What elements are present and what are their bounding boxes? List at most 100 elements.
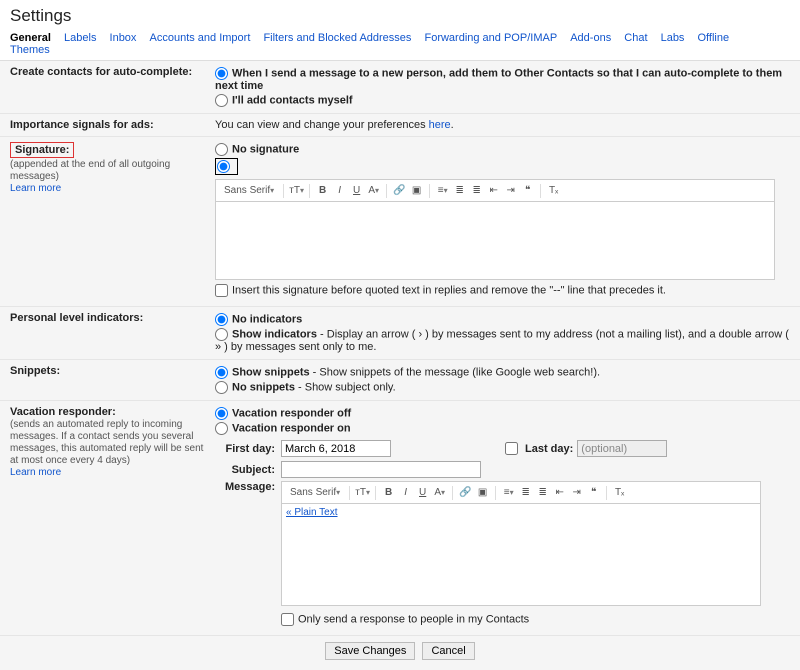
snippets-opt2rest: - Show subject only. [295, 381, 396, 393]
vacation-radio-off[interactable] [215, 407, 228, 420]
tb-quote[interactable]: ❝ [520, 183, 535, 198]
signature-toolbar: Sans Serif ᴛT B I U A 🔗 ▣ ≡ ≣ ≣ ⇤ ⇥ ❝ Tₓ [215, 179, 775, 202]
row-importance: Importance signals for ads: You can view… [0, 113, 800, 136]
autocomplete-radio-auto[interactable] [215, 67, 228, 80]
cancel-button[interactable]: Cancel [422, 642, 474, 660]
tb-indent-more[interactable]: ⇥ [503, 183, 518, 198]
vtb-bullist[interactable]: ≣ [535, 485, 550, 500]
tab-chat[interactable]: Chat [624, 32, 647, 44]
contacts-only-label: Only send a response to people in my Con… [298, 613, 529, 625]
importance-text-pre: You can view and change your preferences [215, 119, 429, 131]
vtb-link[interactable]: 🔗 [458, 485, 473, 500]
pli-opt2b: Show indicators [232, 328, 317, 340]
vtb-font[interactable]: Sans Serif [286, 485, 344, 500]
importance-label: Importance signals for ads: [10, 119, 154, 131]
tb-size[interactable]: ᴛT [289, 183, 304, 198]
vtb-clear[interactable]: Tₓ [612, 485, 627, 500]
vtb-underline[interactable]: U [415, 485, 430, 500]
snippets-opt2b: No snippets [232, 381, 295, 393]
signature-learn-more[interactable]: Learn more [10, 183, 61, 194]
vacation-editor[interactable] [281, 520, 761, 606]
tb-bullist[interactable]: ≣ [469, 183, 484, 198]
snippets-radio-none[interactable] [215, 381, 228, 394]
vacation-on: Vacation responder on [232, 422, 351, 434]
vtb-size[interactable]: ᴛT [355, 485, 370, 500]
signature-label: Signature: [15, 144, 69, 156]
tb-underline[interactable]: U [349, 183, 364, 198]
tab-filters[interactable]: Filters and Blocked Addresses [263, 32, 411, 44]
tab-forwarding[interactable]: Forwarding and POP/IMAP [424, 32, 557, 44]
vtb-numlist[interactable]: ≣ [518, 485, 533, 500]
importance-link[interactable]: here [429, 119, 451, 131]
row-autocomplete: Create contacts for auto-complete: When … [0, 61, 800, 113]
row-snippets: Snippets: Show snippets - Show snippets … [0, 359, 800, 400]
tb-link[interactable]: 🔗 [392, 183, 407, 198]
autocomplete-label: Create contacts for auto-complete: [10, 66, 192, 78]
vacation-learn-more[interactable]: Learn more [10, 467, 61, 478]
row-pli: Personal level indicators: No indicators… [0, 306, 800, 359]
lastday-input [577, 440, 667, 457]
snippets-label: Snippets: [10, 365, 60, 377]
subject-label: Subject: [225, 464, 281, 476]
vacation-label: Vacation responder: [10, 406, 116, 418]
tb-font[interactable]: Sans Serif [220, 183, 278, 198]
footer: Save Changes Cancel [0, 635, 800, 670]
signature-sub: (appended at the end of all outgoing mes… [10, 159, 170, 182]
pli-radio-show[interactable] [215, 328, 228, 341]
tab-accounts[interactable]: Accounts and Import [150, 32, 251, 44]
vtb-indent-more[interactable]: ⇥ [569, 485, 584, 500]
tab-labels[interactable]: Labels [64, 32, 96, 44]
signature-radio-custom[interactable] [217, 160, 230, 173]
signature-radio-none[interactable] [215, 143, 228, 156]
plaintext-link[interactable]: « Plain Text [286, 507, 338, 518]
snippets-radio-show[interactable] [215, 366, 228, 379]
tabs-bar: General Labels Inbox Accounts and Import… [0, 32, 800, 61]
signature-editor[interactable] [215, 202, 775, 280]
signature-opt1: No signature [232, 143, 299, 155]
vtb-align[interactable]: ≡ [501, 485, 516, 500]
vtb-indent-less[interactable]: ⇤ [552, 485, 567, 500]
tb-numlist[interactable]: ≣ [452, 183, 467, 198]
vtb-quote[interactable]: ❝ [586, 485, 601, 500]
tab-general[interactable]: General [10, 32, 51, 44]
pli-label: Personal level indicators: [10, 312, 143, 324]
vacation-sub: (sends an automated reply to incoming me… [10, 419, 203, 466]
pli-radio-none[interactable] [215, 313, 228, 326]
vtb-image[interactable]: ▣ [475, 485, 490, 500]
signature-insert-label: Insert this signature before quoted text… [232, 284, 666, 296]
tb-image[interactable]: ▣ [409, 183, 424, 198]
autocomplete-opt1: When I send a message to a new person, a… [215, 67, 782, 92]
tb-color[interactable]: A [366, 183, 381, 198]
vtb-bold[interactable]: B [381, 485, 396, 500]
tb-indent-less[interactable]: ⇤ [486, 183, 501, 198]
tab-labs[interactable]: Labs [661, 32, 685, 44]
tb-clear[interactable]: Tₓ [546, 183, 561, 198]
firstday-input[interactable] [281, 440, 391, 457]
subject-input[interactable] [281, 461, 481, 478]
lastday-checkbox[interactable] [505, 442, 518, 455]
page-title: Settings [0, 0, 800, 32]
pli-opt1: No indicators [232, 313, 302, 325]
snippets-opt1b: Show snippets [232, 366, 310, 378]
tab-inbox[interactable]: Inbox [110, 32, 137, 44]
lastday-label: Last day: [525, 443, 573, 455]
snippets-opt1rest: - Show snippets of the message (like Goo… [310, 366, 600, 378]
tb-italic[interactable]: I [332, 183, 347, 198]
tab-themes[interactable]: Themes [10, 44, 50, 56]
tab-offline[interactable]: Offline [698, 32, 730, 44]
tab-addons[interactable]: Add-ons [570, 32, 611, 44]
vacation-off: Vacation responder off [232, 407, 351, 419]
vtb-italic[interactable]: I [398, 485, 413, 500]
row-vacation: Vacation responder: (sends an automated … [0, 400, 800, 635]
firstday-label: First day: [225, 443, 281, 455]
autocomplete-opt2: I'll add contacts myself [232, 94, 353, 106]
tb-align[interactable]: ≡ [435, 183, 450, 198]
signature-insert-checkbox[interactable] [215, 284, 228, 297]
contacts-only-checkbox[interactable] [281, 613, 294, 626]
autocomplete-radio-manual[interactable] [215, 94, 228, 107]
tb-bold[interactable]: B [315, 183, 330, 198]
message-label: Message: [225, 481, 281, 493]
save-button[interactable]: Save Changes [325, 642, 415, 660]
vacation-radio-on[interactable] [215, 422, 228, 435]
vtb-color[interactable]: A [432, 485, 447, 500]
